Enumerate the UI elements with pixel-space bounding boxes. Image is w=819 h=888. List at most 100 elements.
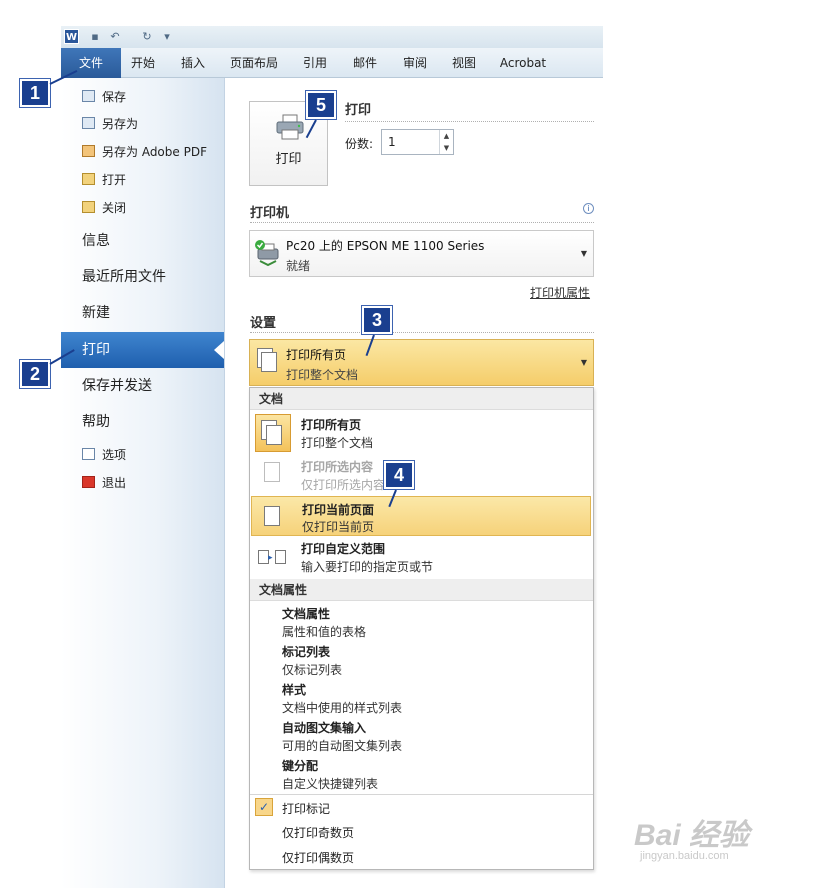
menu-item-title: 打印当前页面 bbox=[302, 503, 375, 517]
folder-close-icon bbox=[82, 201, 95, 213]
menu-item-title: 样式 bbox=[282, 683, 307, 697]
customize-qat-icon[interactable]: ▾ bbox=[160, 30, 174, 44]
menu-item-print-custom-range[interactable]: 打印自定义范围 输入要打印的指定页或节 bbox=[250, 537, 593, 577]
pages-icon-back bbox=[261, 352, 277, 372]
printer-status: 就绪 bbox=[286, 259, 311, 273]
nav-info[interactable]: 信息 bbox=[82, 229, 110, 253]
printer-name: Pc20 上的 EPSON ME 1100 Series bbox=[286, 239, 485, 253]
nav-new[interactable]: 新建 bbox=[82, 301, 110, 325]
menu-item-sub: 可用的自动图文集列表 bbox=[282, 739, 403, 753]
menu-item-title: 键分配 bbox=[282, 759, 319, 773]
copies-stepper[interactable]: 1 ▲ ▼ bbox=[381, 129, 454, 155]
menu-option-even-pages[interactable]: 仅打印偶数页 bbox=[282, 849, 354, 866]
copies-spin-buttons[interactable]: ▲ ▼ bbox=[439, 130, 453, 154]
callout-badge-1: 1 bbox=[19, 78, 51, 108]
tab-acrobat[interactable]: Acrobat bbox=[498, 54, 548, 72]
watermark-url: jingyan.baidu.com bbox=[640, 850, 729, 862]
chevron-down-icon: ▼ bbox=[580, 249, 587, 258]
nav-save-as[interactable]: 另存为 bbox=[82, 114, 138, 134]
menu-item-styles[interactable]: 样式 文档中使用的样式列表 bbox=[250, 679, 593, 717]
single-page-icon bbox=[264, 506, 280, 526]
nav-save[interactable]: 保存 bbox=[82, 87, 126, 107]
nav-save-label: 保存 bbox=[102, 90, 127, 104]
tab-references[interactable]: 引用 bbox=[300, 54, 330, 72]
nav-open[interactable]: 打开 bbox=[82, 170, 126, 190]
nav-close[interactable]: 关闭 bbox=[82, 198, 126, 218]
menu-item-title: 文档属性 bbox=[282, 607, 331, 621]
pdf-icon bbox=[82, 145, 95, 157]
nav-save-as-pdf[interactable]: 另存为 Adobe PDF bbox=[82, 142, 207, 162]
menu-item-sub: 输入要打印的指定页或节 bbox=[301, 560, 434, 574]
menu-option-odd-pages[interactable]: 仅打印奇数页 bbox=[282, 824, 354, 841]
menu-item-sub: 属性和值的表格 bbox=[282, 625, 367, 639]
menu-item-sub: 仅打印所选内容 bbox=[301, 478, 386, 492]
nav-open-label: 打开 bbox=[102, 173, 127, 187]
tab-home[interactable]: 开始 bbox=[128, 54, 158, 72]
menu-item-markup-list[interactable]: 标记列表 仅标记列表 bbox=[250, 641, 593, 679]
tab-mailings[interactable]: 邮件 bbox=[350, 54, 380, 72]
print-range-dropdown[interactable]: 打印所有页 打印整个文档 ▼ bbox=[249, 339, 594, 386]
nav-print[interactable]: 打印 bbox=[82, 338, 110, 362]
print-button-label: 打印 bbox=[275, 152, 302, 167]
menu-item-title: 标记列表 bbox=[282, 645, 331, 659]
nav-save-send[interactable]: 保存并发送 bbox=[82, 374, 152, 398]
menu-option-print-markup[interactable]: 打印标记 bbox=[282, 800, 330, 817]
menu-item-sub: 文档中使用的样式列表 bbox=[282, 701, 403, 715]
baidu-watermark: Bai 经验 jingyan.baidu.com bbox=[626, 810, 786, 870]
menu-item-sub: 打印整个文档 bbox=[301, 436, 374, 450]
menu-item-doc-properties[interactable]: 文档属性 属性和值的表格 bbox=[250, 603, 593, 641]
nav-options-label: 选项 bbox=[102, 448, 127, 462]
divider bbox=[250, 332, 594, 333]
watermark-brand: Bai 经验 bbox=[634, 819, 750, 852]
selection-arrow bbox=[214, 341, 224, 359]
options-icon bbox=[82, 448, 95, 460]
save-icon bbox=[82, 90, 95, 102]
callout-badge-4: 4 bbox=[383, 460, 415, 490]
save-as-icon bbox=[82, 117, 95, 129]
nav-recent[interactable]: 最近所用文件 bbox=[82, 265, 166, 289]
nav-exit[interactable]: 退出 bbox=[82, 473, 126, 493]
printer-section-title: 打印机 bbox=[250, 206, 290, 221]
tab-review[interactable]: 审阅 bbox=[400, 54, 430, 72]
print-range-menu: 文档 打印所有页 打印整个文档 打印所选内容 仅打印所选内容 打印当前页面 仅打… bbox=[249, 387, 594, 870]
tab-page-layout[interactable]: 页面布局 bbox=[228, 54, 280, 72]
folder-open-icon bbox=[82, 173, 95, 185]
print-range-title: 打印所有页 bbox=[286, 348, 347, 362]
print-section-title: 打印 bbox=[345, 103, 372, 118]
print-range-sub: 打印整个文档 bbox=[286, 368, 359, 382]
undo-icon[interactable]: ↶ bbox=[108, 30, 122, 44]
printer-properties-link[interactable]: 打印机属性 bbox=[530, 284, 590, 301]
word-logo-icon: W bbox=[64, 29, 79, 44]
redo-icon[interactable]: ↻ bbox=[140, 30, 154, 44]
save-icon[interactable]: ▪ bbox=[88, 30, 102, 44]
divider bbox=[250, 222, 594, 223]
callout-badge-5: 5 bbox=[305, 90, 337, 120]
checkmark-icon: ✓ bbox=[255, 798, 273, 816]
nav-options[interactable]: 选项 bbox=[82, 445, 126, 465]
menu-item-print-current-page[interactable]: 打印当前页面 仅打印当前页 bbox=[251, 496, 591, 536]
menu-group-header: 文档属性 bbox=[250, 579, 593, 601]
menu-item-title: 打印所选内容 bbox=[301, 460, 374, 474]
menu-item-title: 打印所有页 bbox=[301, 418, 362, 432]
menu-item-autotext[interactable]: 自动图文集输入 可用的自动图文集列表 bbox=[250, 717, 593, 755]
divider bbox=[345, 121, 594, 122]
menu-item-sub: 仅打印当前页 bbox=[302, 520, 375, 534]
tab-insert[interactable]: 插入 bbox=[178, 54, 208, 72]
info-icon[interactable]: i bbox=[583, 203, 594, 214]
nav-save-as-pdf-label: 另存为 Adobe PDF bbox=[102, 145, 207, 159]
menu-item-title: 自动图文集输入 bbox=[282, 721, 367, 735]
menu-item-key-assignments[interactable]: 键分配 自定义快捷键列表 bbox=[250, 755, 593, 793]
nav-close-label: 关闭 bbox=[102, 201, 127, 215]
nav-save-as-label: 另存为 bbox=[102, 117, 139, 131]
menu-item-sub: 仅标记列表 bbox=[282, 663, 343, 677]
menu-item-print-selection: 打印所选内容 仅打印所选内容 bbox=[250, 454, 593, 496]
callout-badge-3: 3 bbox=[361, 305, 393, 335]
copies-label: 份数: bbox=[345, 137, 374, 151]
nav-help[interactable]: 帮助 bbox=[82, 410, 110, 434]
printer-dropdown[interactable]: Pc20 上的 EPSON ME 1100 Series 就绪 ▼ bbox=[249, 230, 594, 277]
chevron-down-icon: ▼ bbox=[580, 358, 587, 367]
divider bbox=[250, 794, 593, 795]
nav-exit-label: 退出 bbox=[102, 476, 127, 490]
tab-view[interactable]: 视图 bbox=[449, 54, 479, 72]
menu-item-print-all[interactable]: 打印所有页 打印整个文档 bbox=[250, 412, 593, 454]
